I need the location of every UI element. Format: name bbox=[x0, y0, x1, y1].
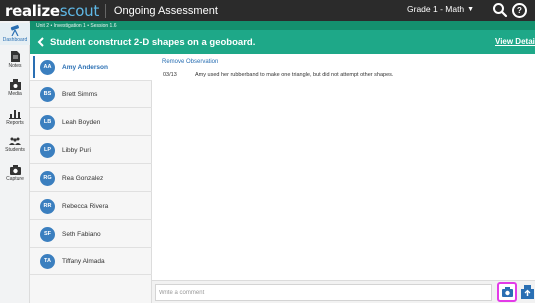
chevron-left-icon[interactable] bbox=[35, 36, 47, 48]
avatar: BS bbox=[40, 86, 55, 102]
avatar: AA bbox=[40, 59, 55, 75]
student-item-seth-fabiano[interactable]: SF Seth Fabiano bbox=[30, 221, 152, 248]
breadcrumb-bar: Unit 2 • Investigation 1 • Session 1.6 bbox=[30, 21, 535, 30]
app-title: Ongoing Assessment bbox=[113, 4, 218, 17]
avatar: RG bbox=[40, 170, 55, 186]
student-name: Leah Boyden bbox=[62, 118, 101, 126]
avatar: LP bbox=[40, 142, 55, 158]
rail-label-dashboard: Dashboard bbox=[2, 37, 28, 43]
rail-item-dashboard[interactable]: Dashboard bbox=[0, 23, 30, 45]
camera-icon bbox=[9, 165, 21, 175]
avatar: LB bbox=[40, 114, 55, 130]
chevron-down-icon: ▼ bbox=[467, 5, 475, 13]
student-name: Tiffany Almada bbox=[62, 257, 105, 265]
student-item-rebecca-rivera[interactable]: RR Rebecca Rivera bbox=[30, 193, 152, 220]
rail-label-notes: Notes bbox=[8, 63, 22, 69]
media-icon bbox=[9, 79, 21, 90]
rail-label-media: Media bbox=[8, 91, 22, 97]
student-list: AA Amy Anderson BS Brett Simms LB Leah B… bbox=[30, 54, 152, 303]
breadcrumb: Unit 2 • Investigation 1 • Session 1.6 bbox=[36, 22, 117, 29]
rail-label-reports: Reports bbox=[6, 120, 24, 126]
rail-item-students[interactable]: Students bbox=[0, 137, 30, 153]
avatar: TA bbox=[40, 253, 55, 269]
view-details-link[interactable]: View Details bbox=[495, 37, 535, 46]
rail-item-reports[interactable]: Reports bbox=[0, 109, 30, 126]
student-item-libby-puri[interactable]: LP Libby Puri bbox=[30, 137, 152, 164]
brand-divider bbox=[104, 3, 106, 18]
remove-observation-link[interactable]: Remove Observation bbox=[162, 59, 218, 65]
rail-item-notes[interactable]: Notes bbox=[0, 51, 30, 69]
observation-date: 03/13 bbox=[163, 72, 177, 78]
avatar: SF bbox=[40, 226, 55, 242]
page-title: Student construct 2-D shapes on a geoboa… bbox=[50, 36, 256, 48]
page-header: Student construct 2-D shapes on a geoboa… bbox=[30, 30, 535, 54]
student-name: Rea Gonzalez bbox=[62, 174, 104, 182]
media-upload-icon[interactable] bbox=[521, 285, 534, 299]
student-item-rea-gonzalez[interactable]: RG Rea Gonzalez bbox=[30, 165, 152, 192]
student-item-leah-boyden[interactable]: LB Leah Boyden bbox=[30, 109, 152, 136]
reports-icon bbox=[9, 110, 21, 119]
student-name: Seth Fabiano bbox=[62, 230, 101, 238]
camera-icon bbox=[501, 287, 513, 297]
nav-rail: Dashboard Notes Media Reports Students C… bbox=[0, 21, 30, 303]
student-item-brett-simms[interactable]: BS Brett Simms bbox=[30, 81, 152, 108]
search-icon[interactable] bbox=[492, 2, 508, 18]
student-item-tiffany-almada[interactable]: TA Tiffany Almada bbox=[30, 248, 152, 275]
rail-label-students: Students bbox=[5, 147, 25, 153]
student-name: Amy Anderson bbox=[62, 63, 108, 71]
help-icon[interactable]: ? bbox=[512, 3, 527, 18]
avatar: RR bbox=[40, 198, 55, 214]
students-icon bbox=[9, 137, 21, 145]
student-item-amy-anderson[interactable]: AA Amy Anderson bbox=[30, 54, 152, 81]
brand-logo[interactable]: realizescout bbox=[0, 2, 99, 20]
brand-realize: realize bbox=[5, 1, 60, 20]
comment-input[interactable] bbox=[155, 284, 492, 301]
rail-item-media[interactable]: Media bbox=[0, 79, 30, 97]
observation-panel: Remove Observation 03/13 Amy used her ru… bbox=[152, 54, 535, 280]
comment-bar bbox=[152, 280, 535, 303]
student-name: Libby Puri bbox=[62, 146, 91, 154]
camera-button[interactable] bbox=[497, 282, 517, 302]
rail-item-capture[interactable]: Capture bbox=[0, 165, 30, 182]
brand-scout: scout bbox=[59, 1, 99, 20]
rail-label-capture: Capture bbox=[6, 176, 24, 182]
telescope-icon bbox=[10, 25, 19, 36]
grade-select[interactable]: Grade 1 - Math ▼ bbox=[407, 4, 474, 14]
notes-icon bbox=[10, 51, 20, 62]
observation-text: Amy used her rubberband to make one tria… bbox=[195, 72, 394, 78]
grade-select-value: Grade 1 - Math bbox=[407, 4, 465, 14]
student-name: Rebecca Rivera bbox=[62, 202, 109, 210]
student-name: Brett Simms bbox=[62, 90, 98, 98]
